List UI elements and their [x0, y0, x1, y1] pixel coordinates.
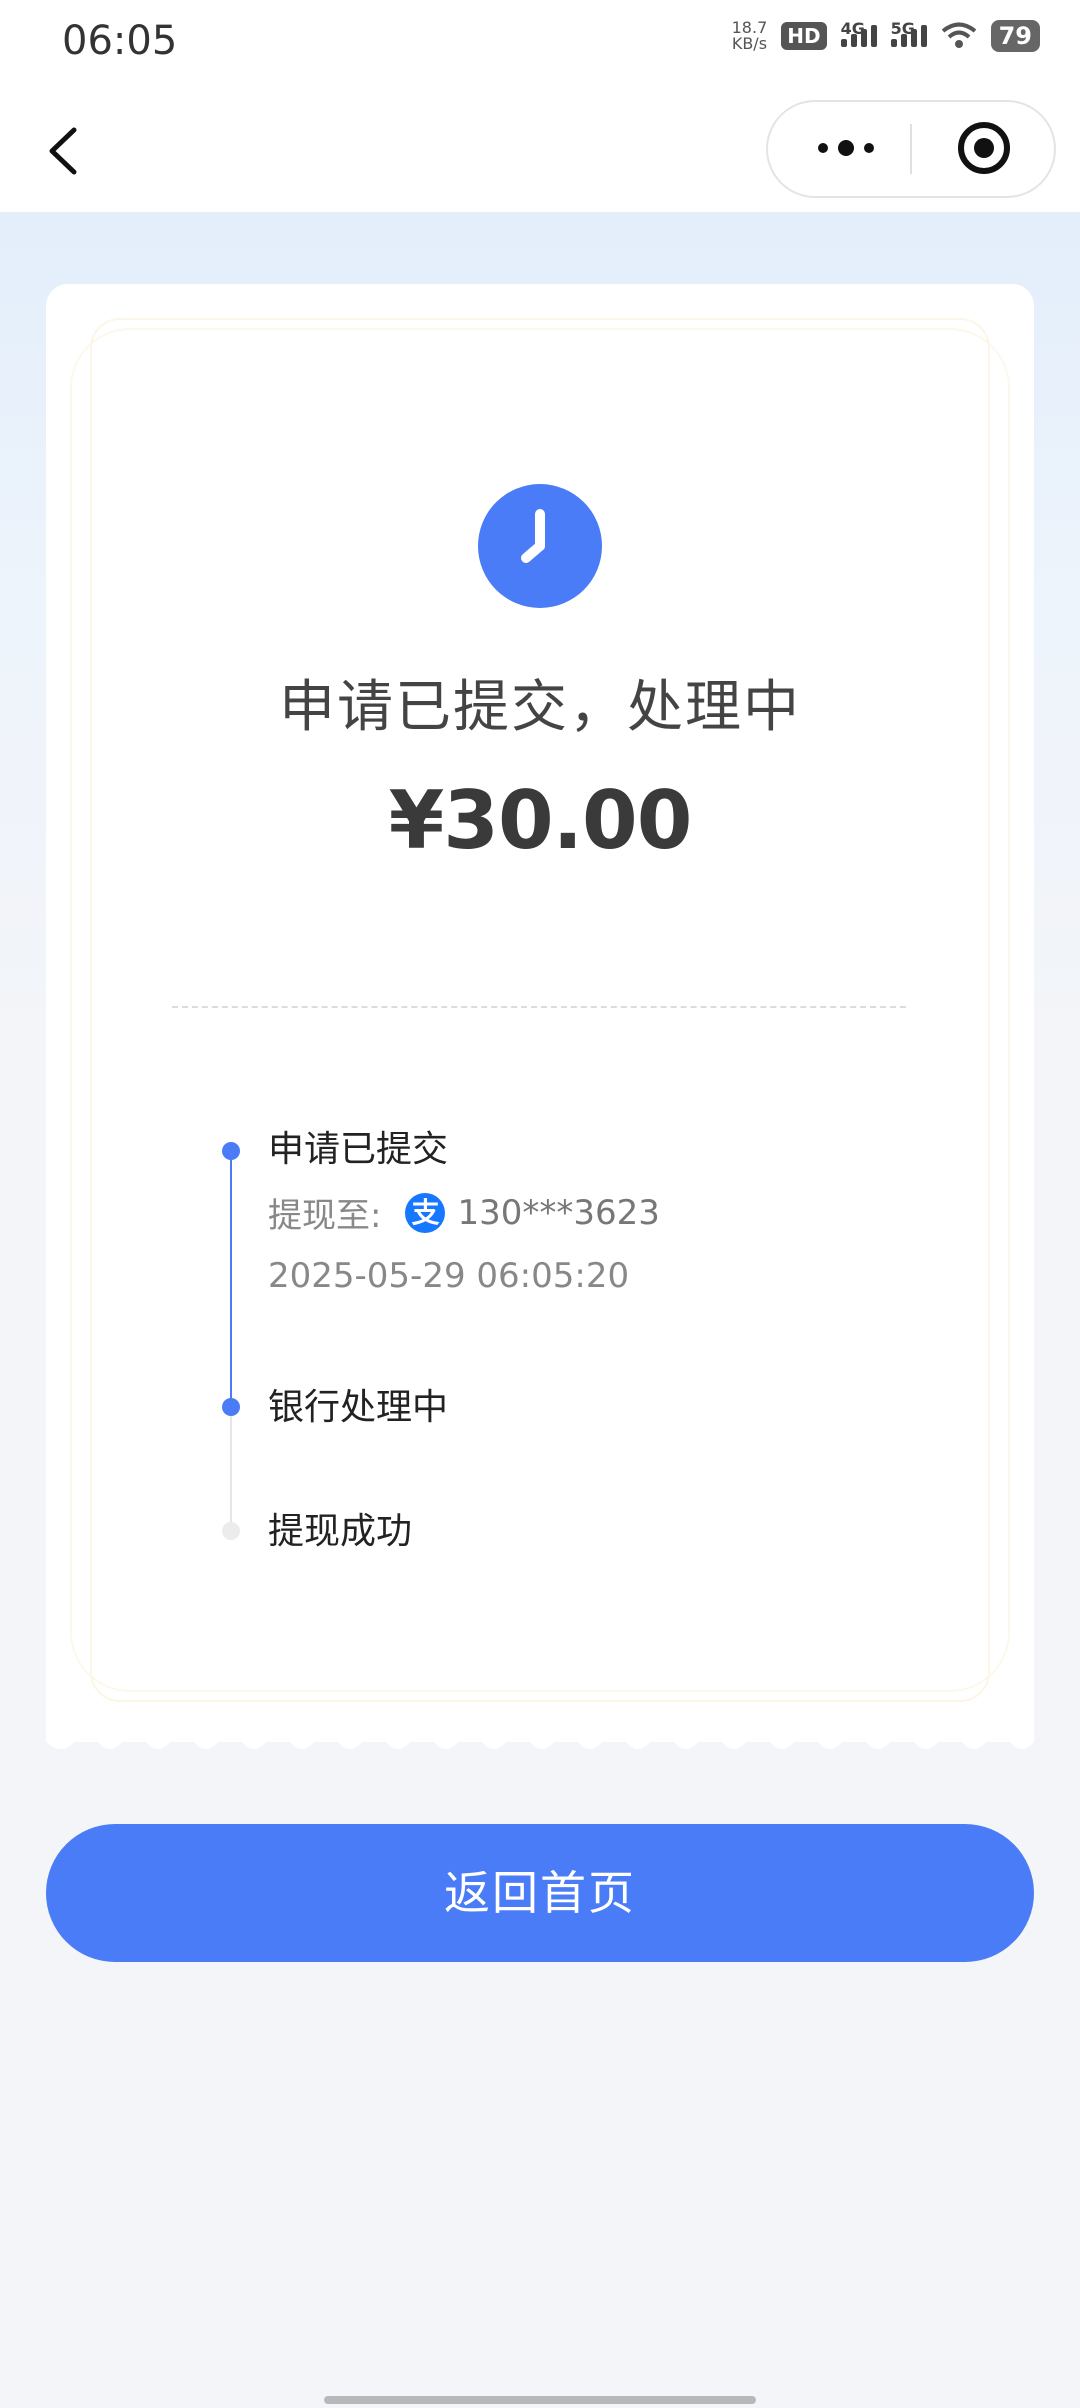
submit-timestamp: 2025-05-29 06:05:20 [268, 1256, 630, 1296]
timeline-step3-label: 提现成功 [268, 1511, 413, 1552]
timeline-line-active [230, 1150, 232, 1404]
mini-program-capsule [766, 100, 1056, 198]
timeline-dot-step3 [222, 1522, 240, 1540]
withdraw-amount: ¥30.00 [388, 774, 693, 867]
target-circle-icon[interactable] [956, 120, 1012, 176]
account-number: 130***3623 [457, 1192, 660, 1233]
status-bar: 06:05 18.7 KB/s HD 4G 5G 79 [0, 0, 1080, 88]
result-card: 申请已提交，处理中 ¥30.00 申请已提交 提现至: 支 130***3623… [46, 284, 1034, 1749]
clock-icon [478, 484, 602, 608]
timeline-dot-step2 [222, 1398, 240, 1416]
battery-icon: 79 [990, 20, 1040, 52]
signal-4g-icon: 4G [840, 19, 877, 47]
status-title: 申请已提交，处理中 [279, 675, 801, 740]
signal-5g-icon: 5G [890, 19, 927, 47]
withdraw-to-label: 提现至: [268, 1196, 382, 1236]
nav-bar [0, 88, 1080, 212]
return-home-button[interactable]: 返回首页 [46, 1824, 1034, 1962]
home-indicator[interactable] [324, 2396, 756, 2404]
dashed-divider [172, 1006, 906, 1008]
chevron-left-icon[interactable] [40, 124, 90, 178]
card-scalloped-edge [46, 1728, 1034, 1749]
timeline-step2-label: 银行处理中 [268, 1387, 449, 1428]
net-speed: 18.7 KB/s [731, 18, 768, 53]
withdraw-target-row: 提现至: 支 130***3623 [268, 1188, 660, 1237]
hd-icon: HD [781, 22, 827, 50]
timeline-step1-label: 申请已提交 [268, 1129, 449, 1170]
status-time: 06:05 [62, 18, 178, 64]
more-dots-icon[interactable] [806, 118, 886, 178]
wifi-icon [941, 22, 976, 48]
timeline-dot-step1 [222, 1142, 240, 1160]
capsule-divider [910, 124, 912, 174]
status-icons: 18.7 KB/s HD 4G 5G 79 [731, 18, 1040, 53]
timeline-line-pending [230, 1412, 232, 1522]
alipay-icon: 支 [405, 1192, 446, 1233]
